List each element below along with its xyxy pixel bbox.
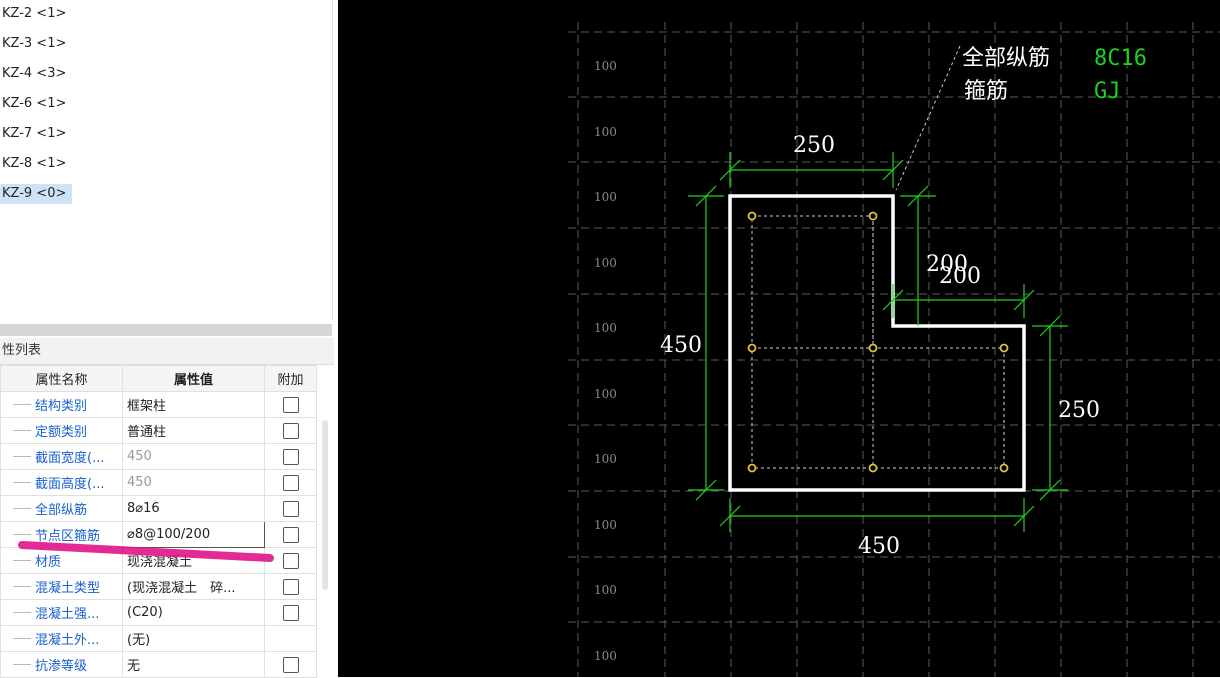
- prop-name: 材质: [0, 547, 123, 574]
- prop-value[interactable]: (C20): [122, 599, 265, 626]
- grid-label: 100: [594, 649, 617, 663]
- grid-label: 100: [594, 321, 617, 335]
- prop-value[interactable]: 现浇混凝土: [122, 547, 265, 574]
- dim-label-left: 450: [660, 333, 702, 358]
- table-row: 混凝土强... (C20): [0, 599, 317, 626]
- prop-value[interactable]: (现浇混凝土 碎...: [122, 573, 265, 600]
- prop-value[interactable]: (无): [122, 625, 265, 652]
- cad-canvas[interactable]: 100 100 100 100 100 100 100 100 100 100 …: [338, 0, 1220, 677]
- properties-scrollbar[interactable]: [322, 420, 328, 590]
- dimension-lines: [688, 152, 1068, 532]
- extra-checkbox[interactable]: [282, 474, 299, 491]
- extra-checkbox[interactable]: [282, 396, 299, 413]
- callout-value-stirrup: GJ: [1094, 79, 1121, 104]
- prop-value[interactable]: 普通柱: [122, 417, 265, 444]
- table-row: 全部纵筋 8⌀16: [0, 495, 317, 522]
- table-row: 抗渗等级 无: [0, 651, 317, 678]
- rebar-points: [747, 211, 1009, 473]
- prop-name: 混凝土强...: [0, 599, 123, 626]
- prop-name: 截面宽度(...: [0, 443, 123, 470]
- prop-name: 定额类别: [0, 417, 123, 444]
- tree-item-kz2[interactable]: KZ-2 <1>: [0, 4, 72, 24]
- table-row: 截面高度(... 450: [0, 469, 317, 496]
- table-row: 混凝土类型 (现浇混凝土 碎...: [0, 573, 317, 600]
- tree-item-kz6[interactable]: KZ-6 <1>: [0, 94, 72, 114]
- tree-item-kz3[interactable]: KZ-3 <1>: [0, 34, 72, 54]
- extra-checkbox[interactable]: [282, 422, 299, 439]
- extra-checkbox[interactable]: [282, 526, 299, 543]
- properties-grid: 属性名称 属性值 附加 结构类别 框架柱 定额类别 普通柱 截面宽度(... 4…: [0, 365, 317, 678]
- table-row: 混凝土外... (无): [0, 625, 317, 652]
- callout-label-stirrup: 箍筋: [964, 79, 1008, 104]
- prop-value[interactable]: 450: [122, 443, 265, 470]
- prop-value-editing[interactable]: ⌀8@100/200: [122, 521, 265, 548]
- extra-checkbox[interactable]: [282, 500, 299, 517]
- component-tree: KZ-2 <1> KZ-3 <1> KZ-4 <3> KZ-6 <1> KZ-7…: [0, 0, 333, 320]
- grid-label: 100: [594, 190, 617, 204]
- dim-label-top: 250: [793, 133, 835, 158]
- prop-value[interactable]: 框架柱: [122, 391, 265, 418]
- table-row: 结构类别 框架柱: [0, 391, 317, 418]
- prop-name: 全部纵筋: [0, 495, 123, 522]
- grid-label: 100: [594, 256, 617, 270]
- dim-label-step-b: 200: [939, 264, 981, 289]
- callout-leader: [895, 45, 961, 191]
- table-row: 截面宽度(... 450: [0, 443, 317, 470]
- dim-label-bottom: 450: [858, 534, 900, 559]
- extra-checkbox[interactable]: [282, 578, 299, 595]
- grid-label: 100: [594, 387, 617, 401]
- prop-value[interactable]: 450: [122, 469, 265, 496]
- prop-name: 混凝土外...: [0, 625, 123, 652]
- left-panel: KZ-2 <1> KZ-3 <1> KZ-4 <3> KZ-6 <1> KZ-7…: [0, 0, 338, 678]
- col-header-name[interactable]: 属性名称: [0, 365, 123, 392]
- callout-label-rebar: 全部纵筋: [962, 46, 1050, 71]
- prop-name: 结构类别: [0, 391, 123, 418]
- prop-name: 混凝土类型: [0, 573, 123, 600]
- panel-splitter[interactable]: [0, 324, 332, 336]
- prop-name: 节点区箍筋: [0, 521, 123, 548]
- callout-value-rebar: 8C16: [1094, 46, 1147, 71]
- tree-item-kz8[interactable]: KZ-8 <1>: [0, 154, 72, 174]
- prop-name: 截面高度(...: [0, 469, 123, 496]
- table-row: 节点区箍筋 ⌀8@100/200: [0, 521, 317, 548]
- tree-item-kz9[interactable]: KZ-9 <0>: [0, 184, 73, 204]
- grid-label: 100: [594, 583, 617, 597]
- grid-label: 100: [594, 59, 617, 73]
- grid-label: 100: [594, 518, 617, 532]
- grid-label: 100: [594, 125, 617, 139]
- dim-label-right: 250: [1058, 398, 1100, 423]
- prop-name: 抗渗等级: [0, 651, 123, 678]
- col-header-extra[interactable]: 附加: [264, 365, 317, 392]
- extra-checkbox[interactable]: [282, 656, 299, 673]
- table-row: 材质 现浇混凝土: [0, 547, 317, 574]
- extra-checkbox[interactable]: [282, 604, 299, 621]
- prop-value[interactable]: 8⌀16: [122, 495, 265, 522]
- col-header-value[interactable]: 属性值: [122, 365, 265, 392]
- grid-label: 100: [594, 452, 617, 466]
- extra-checkbox[interactable]: [282, 448, 299, 465]
- tree-item-kz4[interactable]: KZ-4 <3>: [0, 64, 72, 84]
- table-row: 定额类别 普通柱: [0, 417, 317, 444]
- properties-header: 性列表: [0, 338, 334, 365]
- extra-checkbox[interactable]: [282, 552, 299, 569]
- prop-value[interactable]: 无: [122, 651, 265, 678]
- tree-item-kz7[interactable]: KZ-7 <1>: [0, 124, 72, 144]
- column-section-outline: [728, 194, 1026, 492]
